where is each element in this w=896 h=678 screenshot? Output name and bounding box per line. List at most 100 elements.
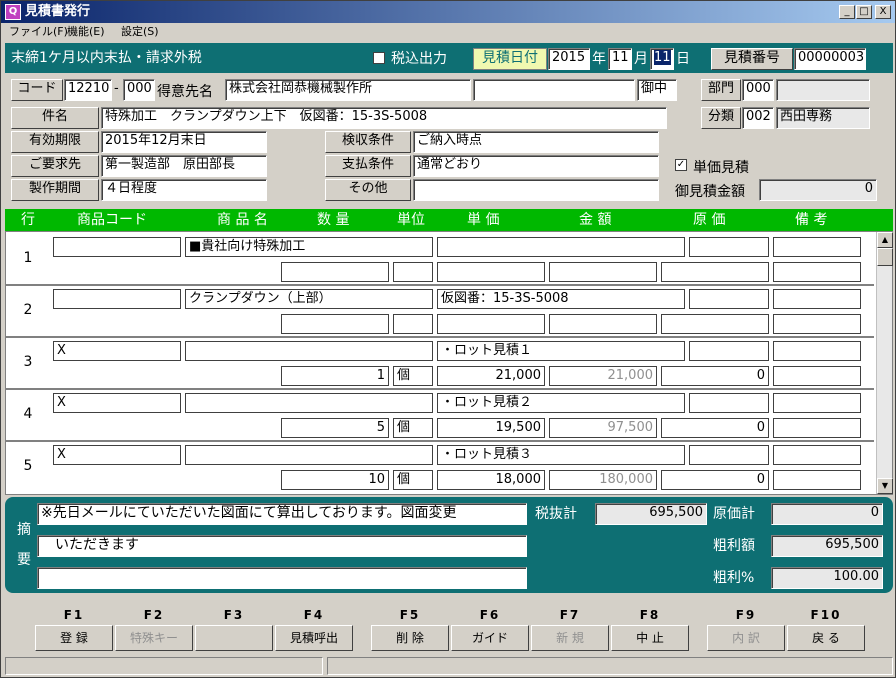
cost-amount-cell[interactable]: 0	[661, 470, 769, 490]
col-header-row: 行	[21, 212, 35, 228]
price-cell[interactable]	[437, 314, 545, 334]
code-label: コード	[11, 79, 63, 101]
tax-checkbox[interactable]	[373, 52, 385, 64]
code-dash: -	[114, 81, 119, 96]
maximize-button[interactable]: □	[856, 5, 872, 19]
window-title: 見積書発行	[25, 4, 91, 19]
name-cell[interactable]	[185, 341, 433, 361]
note2-cell[interactable]	[773, 314, 861, 334]
unit-price-checkbox[interactable]: ✓	[675, 159, 687, 171]
special-key-button[interactable]: 特殊キー	[115, 625, 193, 651]
customer-field[interactable]: 株式会社岡恭機械製作所	[225, 79, 471, 101]
cost-amount-cell[interactable]: 0	[661, 418, 769, 438]
unit-cell[interactable]	[393, 314, 433, 334]
quote-no-field[interactable]: 00000003	[794, 48, 866, 70]
load-quote-button[interactable]: 見積呼出	[275, 625, 353, 651]
price-cell[interactable]: 18,000	[437, 470, 545, 490]
month-field[interactable]: 11	[608, 48, 632, 70]
spec-cell[interactable]	[437, 237, 685, 257]
memo-line-3[interactable]	[37, 567, 527, 589]
note2-cell[interactable]	[773, 262, 861, 282]
code-sub-field[interactable]: 000	[123, 79, 155, 101]
scroll-thumb[interactable]	[877, 248, 893, 266]
qty-cell[interactable]	[281, 314, 389, 334]
register-button[interactable]: 登 録	[35, 625, 113, 651]
minimize-button[interactable]: _	[839, 5, 855, 19]
cost-cell[interactable]	[689, 341, 769, 361]
dept-code-field[interactable]: 000	[742, 79, 774, 101]
code-cell[interactable]: X	[53, 341, 181, 361]
vertical-scrollbar[interactable]: ▲ ▼	[876, 232, 893, 494]
qty-cell[interactable]: 5	[281, 418, 389, 438]
dept-name-field	[776, 79, 870, 101]
honorific-field[interactable]: 御中	[637, 79, 677, 101]
cost-amount-cell[interactable]	[661, 314, 769, 334]
cost-cell[interactable]	[689, 445, 769, 465]
name-cell[interactable]: クランプダウン（上部）	[185, 289, 433, 309]
code-cell[interactable]	[53, 289, 181, 309]
back-button[interactable]: 戻 る	[787, 625, 865, 651]
memo-line-1[interactable]: ※先日メールにていただいた図面にて算出しております。図面変更	[37, 503, 527, 525]
code-cell[interactable]	[53, 237, 181, 257]
note-cell[interactable]	[773, 289, 861, 309]
other-field[interactable]	[413, 179, 659, 201]
name-cell[interactable]	[185, 445, 433, 465]
cost-cell[interactable]	[689, 393, 769, 413]
code-cell[interactable]: X	[53, 393, 181, 413]
unit-cell[interactable]: 個	[393, 366, 433, 386]
payment-field[interactable]: 通常どおり	[413, 155, 659, 177]
period-field[interactable]: ４日程度	[101, 179, 267, 201]
note-cell[interactable]	[773, 393, 861, 413]
name-cell[interactable]: ■貴社向け特殊加工	[185, 237, 433, 257]
spec-cell[interactable]: 仮図番：15-3S-5008	[437, 289, 685, 309]
guide-button[interactable]: ガイド	[451, 625, 529, 651]
spec-cell[interactable]: ・ロット見積３	[437, 445, 685, 465]
gross-field: 695,500	[771, 535, 883, 557]
spec-cell[interactable]: ・ロット見積１	[437, 341, 685, 361]
unit-cell[interactable]	[393, 262, 433, 282]
requester-field[interactable]: 第一製造部 原田部長	[101, 155, 267, 177]
customer-extra-field[interactable]	[473, 79, 635, 101]
cost-amount-cell[interactable]	[661, 262, 769, 282]
note-cell[interactable]	[773, 445, 861, 465]
close-button[interactable]: X	[875, 5, 891, 19]
delete-button[interactable]: 削 除	[371, 625, 449, 651]
qty-cell[interactable]	[281, 262, 389, 282]
scroll-up-icon[interactable]: ▲	[877, 232, 893, 248]
price-cell[interactable]: 21,000	[437, 366, 545, 386]
note-cell[interactable]	[773, 237, 861, 257]
validity-field[interactable]: 2015年12月末日	[101, 131, 267, 153]
cancel-button[interactable]: 中 止	[611, 625, 689, 651]
unit-cell[interactable]: 個	[393, 418, 433, 438]
cost-cell[interactable]	[689, 289, 769, 309]
qty-cell[interactable]: 10	[281, 470, 389, 490]
menu-file[interactable]: ファイル(F)	[9, 25, 68, 39]
price-cell[interactable]	[437, 262, 545, 282]
new-button[interactable]: 新 規	[531, 625, 609, 651]
code-field[interactable]: 12210	[64, 79, 112, 101]
cost-cell[interactable]	[689, 237, 769, 257]
scroll-down-icon[interactable]: ▼	[877, 478, 893, 494]
note2-cell[interactable]	[773, 470, 861, 490]
amount-cell: 21,000	[549, 366, 657, 386]
note-cell[interactable]	[773, 341, 861, 361]
category-code-field[interactable]: 002	[742, 107, 774, 129]
breakdown-button[interactable]: 内 訳	[707, 625, 785, 651]
subject-field[interactable]: 特殊加工 クランプダウン上下 仮図番：15-3S-5008	[101, 107, 667, 129]
note2-cell[interactable]	[773, 366, 861, 386]
day-field[interactable]: 11	[650, 48, 674, 70]
code-cell[interactable]: X	[53, 445, 181, 465]
spec-cell[interactable]: ・ロット見積２	[437, 393, 685, 413]
note2-cell[interactable]	[773, 418, 861, 438]
qty-cell[interactable]: 1	[281, 366, 389, 386]
year-field[interactable]: 2015	[548, 48, 590, 70]
menu-function[interactable]: 機能(E)	[67, 25, 105, 39]
menu-settings[interactable]: 設定(S)	[121, 25, 159, 39]
f3-button[interactable]	[195, 625, 273, 651]
cost-amount-cell[interactable]: 0	[661, 366, 769, 386]
price-cell[interactable]: 19,500	[437, 418, 545, 438]
name-cell[interactable]	[185, 393, 433, 413]
inspection-field[interactable]: ご納入時点	[413, 131, 659, 153]
memo-line-2[interactable]: いただきます	[37, 535, 527, 557]
unit-cell[interactable]: 個	[393, 470, 433, 490]
